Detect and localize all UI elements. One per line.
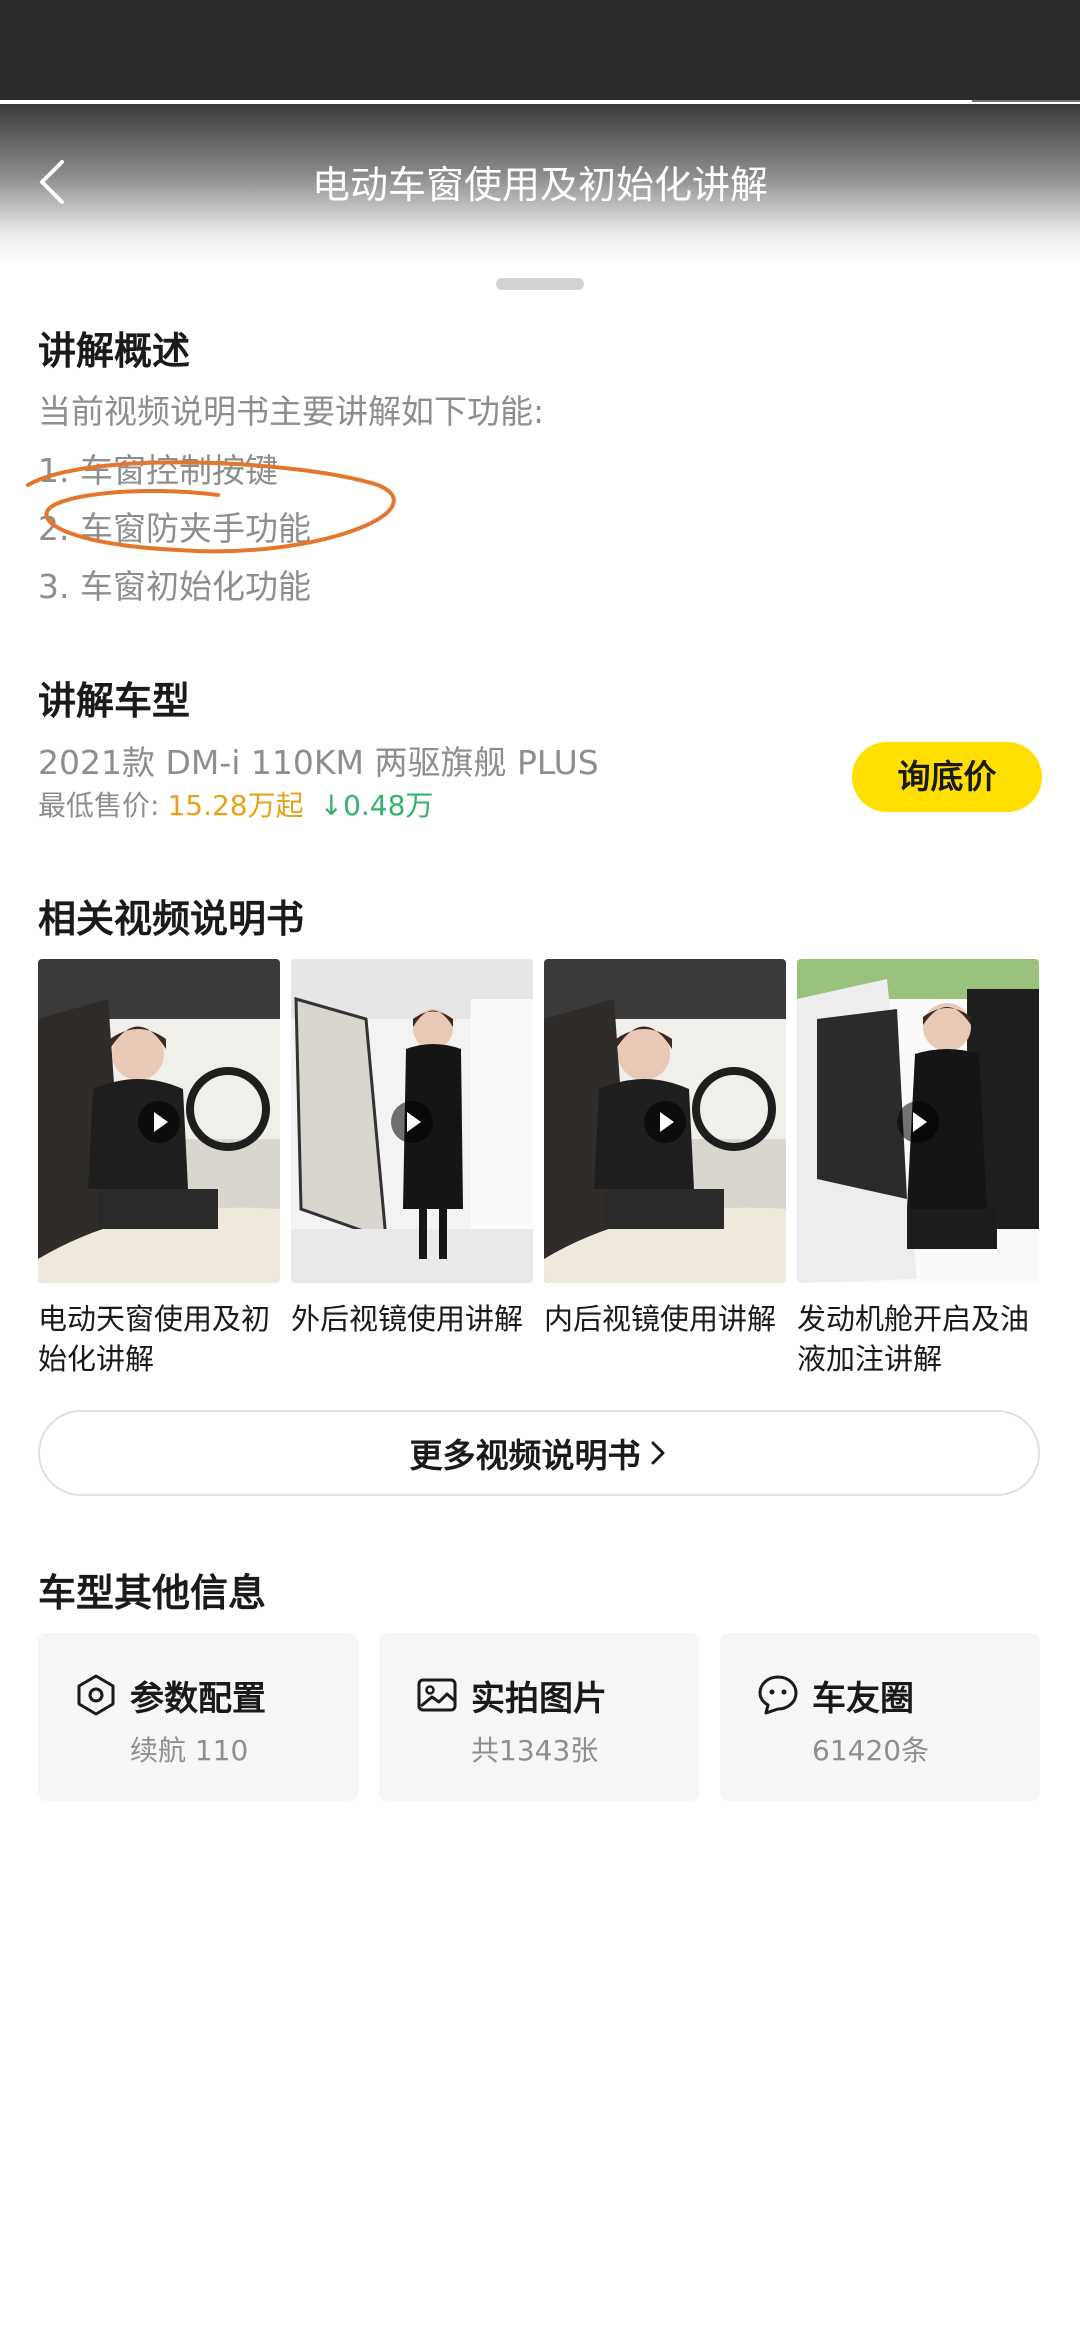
chat-bubble-icon bbox=[758, 1675, 798, 1715]
drag-handle[interactable] bbox=[496, 278, 584, 290]
ask-lowest-price-button[interactable]: 询底价 bbox=[852, 742, 1042, 812]
model-name: 2021款 DM-i 110KM 两驱旗舰 PLUS bbox=[38, 743, 599, 782]
video-title[interactable]: 外后视镜使用讲解 bbox=[291, 1299, 533, 1339]
video-title[interactable]: 内后视镜使用讲解 bbox=[544, 1299, 786, 1339]
video-title[interactable]: 发动机舱开启及油液加注讲解 bbox=[797, 1299, 1039, 1379]
overview-heading: 讲解概述 bbox=[38, 329, 191, 373]
price-line: 最低售价: 15.28万起 ↓0.48万 bbox=[38, 784, 433, 824]
video-detail-page: 电动车窗使用及初始化讲解 讲解概述 当前视频说明书主要讲解如下功能: 1. 车窗… bbox=[0, 0, 1080, 2340]
back-button[interactable] bbox=[30, 150, 74, 214]
video-thumbnail[interactable] bbox=[797, 959, 1039, 1283]
related-heading: 相关视频说明书 bbox=[38, 897, 305, 941]
lowest-price: 15.28万起 bbox=[167, 789, 304, 822]
play-icon bbox=[391, 1101, 433, 1143]
video-title[interactable]: 电动天窗使用及初始化讲解 bbox=[38, 1299, 280, 1379]
model-heading: 讲解车型 bbox=[38, 679, 191, 723]
video-thumbnail[interactable] bbox=[291, 959, 533, 1283]
info-card-community[interactable]: 车友圈 61420条 bbox=[720, 1633, 1040, 1801]
video-thumbnail[interactable] bbox=[544, 959, 786, 1283]
price-label: 最低售价: bbox=[38, 789, 160, 822]
info-card-params[interactable]: 参数配置 续航 110 bbox=[38, 1633, 358, 1801]
other-info-heading: 车型其他信息 bbox=[38, 1571, 267, 1615]
play-icon bbox=[644, 1101, 686, 1143]
info-card-subtitle: 共1343张 bbox=[471, 1734, 599, 1767]
info-card-title: 参数配置 bbox=[130, 1679, 266, 1719]
settings-hex-icon bbox=[77, 1674, 115, 1716]
info-card-subtitle: 续航 110 bbox=[130, 1734, 249, 1767]
price-drop: ↓0.48万 bbox=[319, 789, 434, 822]
info-card-title: 车友圈 bbox=[812, 1679, 914, 1719]
info-card-photos[interactable]: 实拍图片 共1343张 bbox=[379, 1633, 699, 1801]
info-card-subtitle: 61420条 bbox=[812, 1734, 930, 1767]
video-thumbnail[interactable] bbox=[38, 959, 280, 1283]
overview-item: 3. 车窗初始化功能 bbox=[38, 567, 311, 606]
image-icon bbox=[417, 1678, 457, 1712]
play-icon bbox=[897, 1101, 939, 1143]
more-videos-button[interactable]: 更多视频说明书 bbox=[38, 1410, 1040, 1496]
play-icon bbox=[138, 1101, 180, 1143]
info-card-title: 实拍图片 bbox=[471, 1679, 607, 1719]
back-arrow-icon bbox=[40, 160, 64, 204]
more-videos-label: 更多视频说明书 bbox=[409, 1436, 641, 1475]
chevron-right-icon bbox=[651, 1441, 664, 1465]
highlight-circle-annotation bbox=[26, 460, 396, 554]
video-player-area[interactable] bbox=[0, 0, 1080, 102]
page-title: 电动车窗使用及初始化讲解 bbox=[311, 163, 768, 207]
related-video-list: 电动天窗使用及初始化讲解 外后视镜使用讲解 内后视镜使用讲解 发动机舱开启及油液… bbox=[38, 959, 1042, 1379]
overview-intro: 当前视频说明书主要讲解如下功能: bbox=[38, 392, 545, 431]
